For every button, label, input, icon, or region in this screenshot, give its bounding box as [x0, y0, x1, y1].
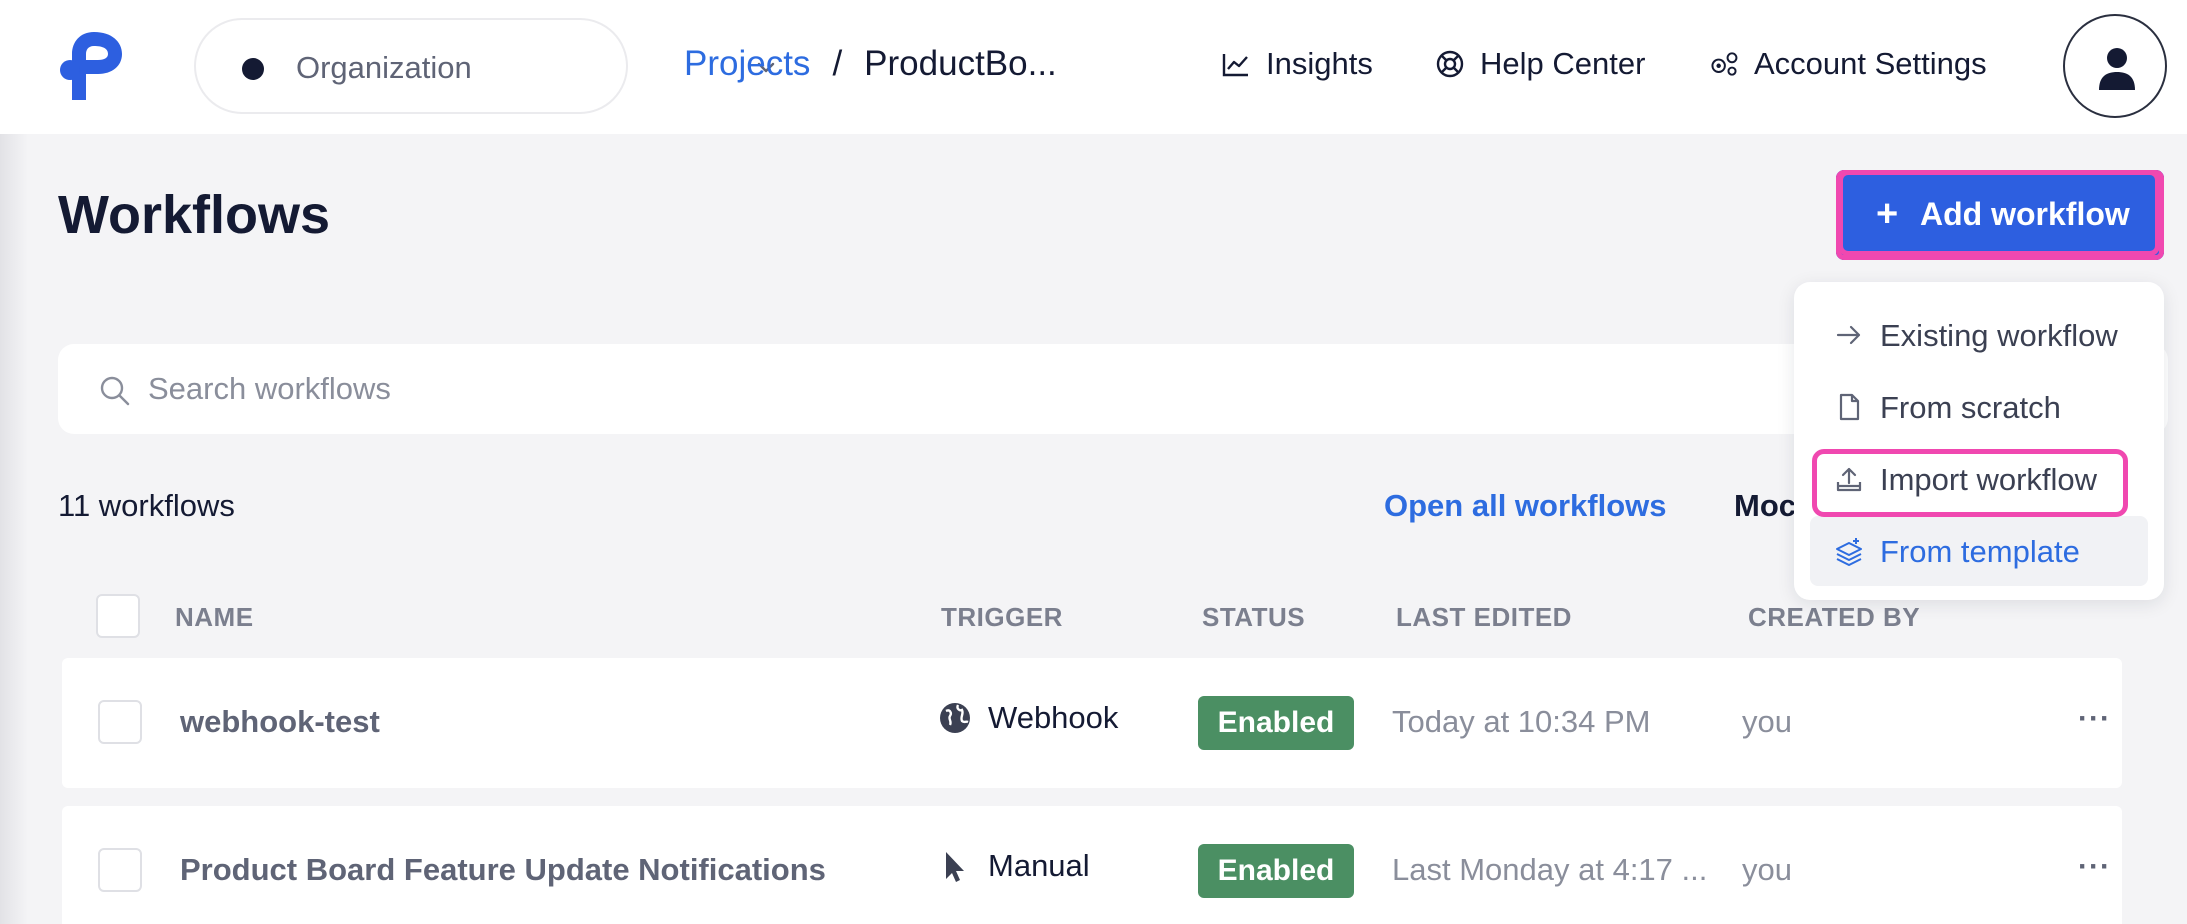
row-checkbox[interactable] [98, 848, 142, 892]
org-label: Organization [296, 50, 472, 85]
app-logo-icon[interactable] [56, 24, 140, 108]
lifebuoy-icon [1436, 50, 1464, 78]
breadcrumb-current-project[interactable]: ProductBo... [864, 44, 1057, 84]
trigger-label: Manual [988, 848, 1090, 883]
breadcrumb: Projects / ProductBo... [684, 44, 1057, 84]
created-by: you [1742, 704, 1792, 739]
left-edge-shade [0, 134, 28, 924]
top-header: Organization Projects / ProductBo... Ins… [0, 0, 2187, 134]
menu-item-label: Import workflow [1880, 462, 2098, 497]
file-icon [1839, 393, 1860, 421]
nav-help-center[interactable]: Help Center [1434, 46, 1645, 82]
add-workflow-label: Add workflow [1920, 196, 2130, 232]
breadcrumb-projects-link[interactable]: Projects [684, 44, 810, 84]
nav-help-center-label: Help Center [1480, 46, 1646, 81]
upload-icon [1836, 467, 1862, 492]
column-header-name[interactable]: NAME [175, 602, 254, 633]
last-edited: Today at 10:34 PM [1392, 704, 1651, 739]
mode-toggle-partial[interactable]: Moc [1734, 488, 1796, 524]
org-dot-icon [242, 58, 264, 80]
template-icon [1836, 538, 1862, 566]
trigger-cell: Manual [938, 848, 1090, 884]
trigger-label: Webhook [988, 700, 1119, 735]
row-checkbox[interactable] [98, 700, 142, 744]
nav-account-settings[interactable]: Account Settings [1708, 46, 1987, 82]
gears-icon [1711, 52, 1738, 76]
search-icon [100, 376, 130, 406]
workflow-name[interactable]: webhook-test [180, 704, 380, 740]
workflow-name[interactable]: Product Board Feature Update Notificatio… [180, 852, 826, 888]
nav-insights[interactable]: Insights [1220, 46, 1373, 82]
select-all-checkbox[interactable] [96, 594, 140, 638]
organization-select[interactable]: Organization [194, 18, 775, 114]
add-workflow-button[interactable]: + Add workflow [1836, 170, 2164, 260]
menu-item-from-template[interactable]: From template [1810, 516, 2148, 586]
arrow-right-icon [1836, 325, 1861, 345]
status-badge: Enabled [1198, 696, 1354, 750]
user-avatar-button[interactable] [2063, 14, 2167, 118]
page-title: Workflows [58, 185, 331, 245]
nav-account-settings-label: Account Settings [1754, 46, 1987, 81]
plus-icon: + [1876, 193, 1899, 235]
column-header-last-edited[interactable]: LAST EDITED [1396, 602, 1572, 633]
row-actions-kebab-icon[interactable]: ··· [2078, 850, 2111, 884]
created-by: you [1742, 852, 1792, 887]
chart-line-icon [1222, 54, 1248, 77]
menu-item-import-workflow[interactable]: Import workflow [1810, 444, 2148, 514]
menu-item-label: From scratch [1880, 390, 2061, 425]
user-icon [2099, 48, 2135, 90]
menu-item-from-scratch[interactable]: From scratch [1810, 372, 2148, 442]
nav-insights-label: Insights [1266, 46, 1373, 81]
open-all-workflows-link[interactable]: Open all workflows [1384, 488, 1667, 524]
menu-item-label: From template [1880, 534, 2080, 569]
cursor-icon [946, 852, 964, 882]
breadcrumb-separator: / [832, 44, 843, 83]
column-header-status[interactable]: STATUS [1202, 602, 1305, 633]
menu-item-label: Existing workflow [1880, 318, 2118, 353]
add-workflow-menu: Existing workflow From scratch Import wo… [1794, 282, 2164, 600]
table-row[interactable]: webhook-test Webhook Enabled Today at 10… [62, 658, 2122, 788]
search-input[interactable] [148, 362, 1748, 416]
workflow-count: 11 workflows [58, 488, 235, 523]
trigger-cell: Webhook [938, 700, 1118, 736]
globe-icon [940, 703, 970, 733]
last-edited: Last Monday at 4:17 ... [1392, 852, 1708, 887]
status-badge: Enabled [1198, 844, 1354, 898]
table-row[interactable]: Product Board Feature Update Notificatio… [62, 806, 2122, 924]
menu-item-existing-workflow[interactable]: Existing workflow [1810, 300, 2148, 370]
column-header-created-by[interactable]: CREATED BY [1748, 602, 1920, 633]
column-header-trigger[interactable]: TRIGGER [941, 602, 1063, 633]
row-actions-kebab-icon[interactable]: ··· [2078, 702, 2111, 736]
